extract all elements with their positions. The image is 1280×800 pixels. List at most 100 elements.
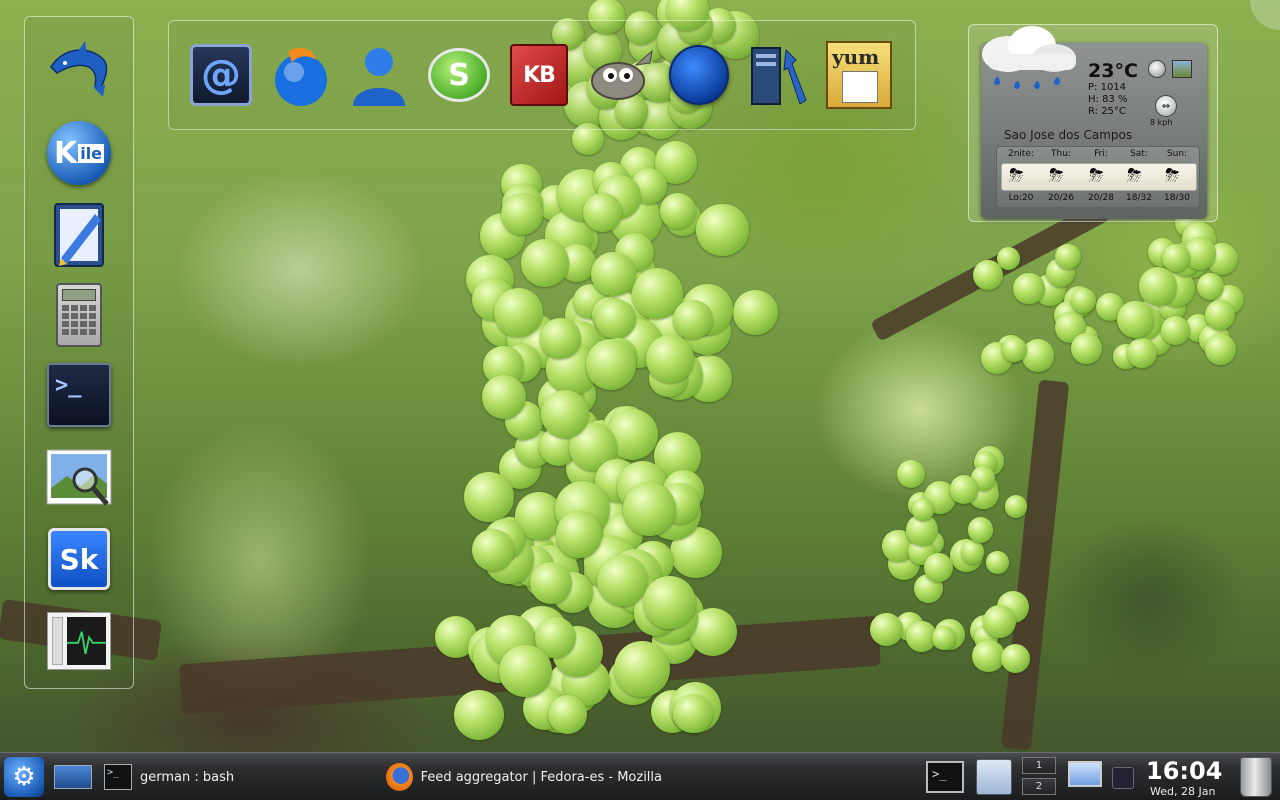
thunderbird-icon xyxy=(275,47,327,106)
forecast-day: 2nite: xyxy=(1007,149,1035,159)
skype-chat-launcher[interactable]: S xyxy=(421,37,497,113)
kile-launcher[interactable]: Kile xyxy=(43,117,115,189)
firefox-icon xyxy=(386,763,413,791)
forecast-temp: 20/28 xyxy=(1088,193,1114,203)
grape xyxy=(540,390,589,438)
thunderbird-launcher[interactable] xyxy=(263,37,339,113)
left-launcher-panel: Kile >_ Sk xyxy=(24,16,134,689)
tray-file-manager-icon[interactable] xyxy=(976,759,1012,795)
grape xyxy=(521,239,569,287)
show-desktop-button[interactable] xyxy=(54,765,92,789)
grape xyxy=(1000,643,1030,673)
grape xyxy=(695,203,749,257)
grape xyxy=(596,555,648,606)
terminal-icon: >_ xyxy=(104,764,132,790)
globe-icon[interactable] xyxy=(1148,60,1166,78)
thunderstorm-icon: ⛈ xyxy=(1049,165,1064,186)
pager-desktop-1[interactable]: 1 xyxy=(1022,757,1056,774)
kbibtex-launcher[interactable]: KB xyxy=(501,37,577,113)
grape xyxy=(585,339,637,390)
wolf-launcher[interactable] xyxy=(661,37,737,113)
grape xyxy=(672,299,713,340)
grape xyxy=(464,472,515,522)
thunderstorm-icon: ⛈ xyxy=(1089,165,1104,186)
grape xyxy=(960,540,985,564)
grape xyxy=(971,639,1005,673)
forecast-temp: 18/30 xyxy=(1164,193,1190,203)
network-icon[interactable] xyxy=(1068,761,1102,787)
terminal-launcher[interactable]: >_ xyxy=(43,359,115,431)
skype-launcher[interactable]: Sk xyxy=(43,523,115,595)
grape xyxy=(500,192,544,236)
grape xyxy=(453,689,505,741)
forecast-day: Fri: xyxy=(1094,149,1108,159)
grape xyxy=(547,694,588,735)
calculator-launcher[interactable] xyxy=(43,279,115,351)
kde-menu-button[interactable]: ⚙ xyxy=(4,757,44,797)
tux-notify-icon[interactable] xyxy=(1112,767,1134,789)
image-viewer-launcher[interactable] xyxy=(43,443,115,515)
grape xyxy=(949,475,979,504)
kde-gear-icon: ⚙ xyxy=(12,762,36,792)
image-viewer-icon xyxy=(46,449,112,506)
grape xyxy=(986,551,1009,574)
grape xyxy=(1117,301,1155,338)
yum-icon: yum xyxy=(826,41,892,109)
forecast-temp: 20/26 xyxy=(1048,193,1074,203)
weather-map-icon[interactable] xyxy=(1172,60,1192,78)
gimp-icon xyxy=(591,49,653,100)
messenger-launcher[interactable] xyxy=(341,37,417,113)
grape xyxy=(659,192,697,230)
grape xyxy=(733,289,779,335)
tray-terminal-icon[interactable]: >_ xyxy=(926,761,964,793)
task-firefox[interactable]: Feed aggregator | Fedora-es - Mozilla xyxy=(386,759,662,795)
clock-time[interactable]: 16:04 xyxy=(1146,757,1222,785)
grape xyxy=(932,626,956,650)
pager-desktop-2[interactable]: 2 xyxy=(1022,778,1056,795)
gimp-launcher[interactable] xyxy=(583,37,659,113)
forecast-day: Thu: xyxy=(1051,149,1071,159)
email-launcher[interactable]: @ xyxy=(183,37,259,113)
grape xyxy=(622,481,677,536)
grape xyxy=(1071,287,1097,313)
text-editor-icon xyxy=(54,203,104,267)
task-label: Feed aggregator | Fedora-es - Mozilla xyxy=(420,769,662,785)
system-monitor-icon xyxy=(47,612,111,670)
task-label: german : bash xyxy=(140,769,235,785)
grape xyxy=(499,644,552,698)
email-icon: @ xyxy=(190,44,252,106)
taskbar: ⚙ >_ german : bash Feed aggregator | Fed… xyxy=(0,752,1280,800)
forecast-temp: Lo:20 xyxy=(1008,193,1034,203)
grape xyxy=(869,613,903,647)
dolphin-icon xyxy=(50,41,108,97)
forecast-day: Sat: xyxy=(1130,149,1148,159)
terminal-icon: >_ xyxy=(47,363,111,427)
calculator-icon xyxy=(56,283,102,347)
trash-icon[interactable] xyxy=(1240,757,1272,797)
text-editor-launcher[interactable] xyxy=(43,199,115,271)
system-settings-launcher[interactable] xyxy=(741,37,817,113)
grape xyxy=(1002,336,1028,362)
grape xyxy=(1022,339,1055,372)
grape xyxy=(1070,333,1102,365)
grape xyxy=(924,552,954,582)
weather-forecast: 2nite: Thu: Fri: Sat: Sun: ⛈ ⛈ ⛈ ⛈ ⛈ Lo:… xyxy=(996,146,1200,208)
grape xyxy=(643,575,697,629)
system-monitor-launcher[interactable] xyxy=(43,605,115,677)
weather-realfeel: R: 25°C xyxy=(1088,106,1126,117)
task-terminal-bash[interactable]: >_ german : bash xyxy=(104,759,364,795)
grape xyxy=(972,260,1003,291)
clock-date: Wed, 28 Jan xyxy=(1150,785,1216,798)
weather-temperature: 23°C xyxy=(1088,60,1138,82)
kile-icon: Kile xyxy=(47,121,111,185)
grape xyxy=(646,334,694,383)
yum-launcher[interactable]: yum xyxy=(821,37,897,113)
grape xyxy=(897,460,926,489)
grape xyxy=(983,605,1017,639)
grape xyxy=(967,517,993,543)
grape xyxy=(591,251,636,296)
dolphin-launcher[interactable] xyxy=(43,33,115,105)
weather-wind-speed: 8 kph xyxy=(1150,118,1173,127)
grape xyxy=(673,693,714,734)
grape xyxy=(1204,333,1236,365)
